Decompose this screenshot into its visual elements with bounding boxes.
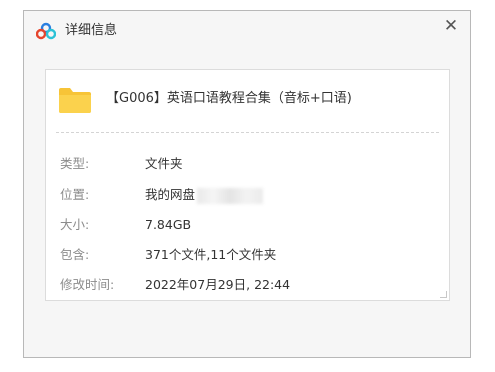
modified-row: 修改时间: 2022年07月29日, 22:44 [60,276,439,294]
size-row: 大小: 7.84GB [60,216,439,234]
file-name: 【G006】英语口语教程合集（音标+口语) [106,91,352,106]
type-row: 类型: 文件夹 [60,155,439,173]
location-row: 位置: 我的网盘 [60,186,439,204]
contains-label: 包含: [60,247,90,262]
close-button[interactable]: ✕ [440,15,462,37]
baidu-netdisk-logo-icon [36,22,56,40]
size-value: 7.84GB [145,217,192,232]
contains-row: 包含: 371个文件,11个文件夹 [60,246,439,264]
location-value-group: 我的网盘 [145,186,264,204]
modified-value: 2022年07月29日, 22:44 [145,277,291,292]
dialog-titlebar: 详细信息 ✕ [24,11,470,51]
location-value[interactable]: 我的网盘 [145,187,195,202]
folder-icon [59,88,91,113]
size-label: 大小: [60,217,90,232]
modified-label: 修改时间: [60,277,115,292]
details-dialog: 详细信息 ✕ 【G006】英语口语教程合集（音标+口语) 类型: 文件夹 位置:… [23,10,471,358]
type-value: 文件夹 [145,156,183,171]
resize-grip-icon [440,291,447,298]
dialog-title: 详细信息 [65,23,118,38]
contains-value: 371个文件,11个文件夹 [145,247,277,262]
details-card: 【G006】英语口语教程合集（音标+口语) 类型: 文件夹 位置: 我的网盘 大… [45,69,450,301]
type-label: 类型: [60,156,90,171]
divider [56,132,439,133]
redacted-path [197,187,264,204]
location-label: 位置: [60,187,90,202]
